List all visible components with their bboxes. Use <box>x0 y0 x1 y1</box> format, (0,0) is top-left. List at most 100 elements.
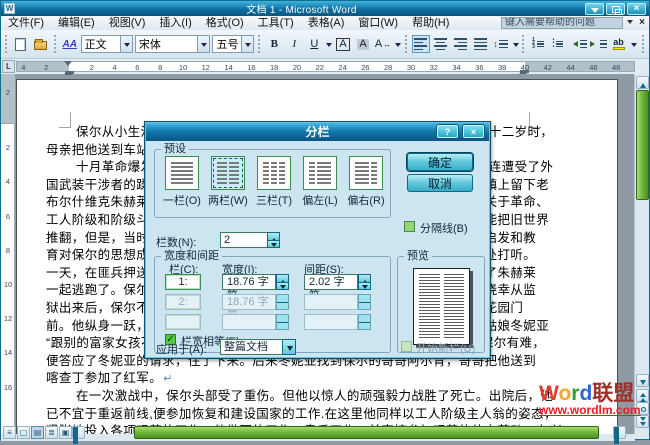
scale-dropdown-icon[interactable] <box>394 35 401 53</box>
separator-line-checkbox[interactable] <box>404 221 415 232</box>
font-size-combo[interactable]: 五号 <box>212 35 254 53</box>
chevron-down-icon[interactable] <box>241 36 253 52</box>
ok-button[interactable]: 确定 <box>407 153 473 171</box>
highlight-dropdown-icon[interactable] <box>630 35 637 53</box>
open-button[interactable] <box>32 35 50 53</box>
spacing-input[interactable]: 2.02 字符 <box>304 274 358 290</box>
paragraph-mark-icon: ↵ <box>163 373 173 385</box>
preset-left-button[interactable]: 偏左(L) <box>298 156 342 208</box>
align-left-button[interactable] <box>412 35 430 53</box>
menu-item[interactable]: 格式(O) <box>199 16 251 30</box>
menubar-close-icon[interactable]: × <box>639 16 645 30</box>
toolbar-grip-icon[interactable] <box>405 35 408 53</box>
line-spacing-dropdown-icon[interactable] <box>512 35 519 53</box>
normal-view-button[interactable]: ≡ <box>3 426 16 439</box>
menu-item[interactable]: 编辑(E) <box>51 16 102 30</box>
scroll-left-button[interactable] <box>72 426 85 439</box>
align-right-button[interactable] <box>452 35 470 53</box>
width-input[interactable]: 18.76 字符 <box>222 274 276 290</box>
chevron-down-icon[interactable] <box>120 36 132 52</box>
double-up-icon <box>640 395 646 402</box>
numbering-button[interactable]: 1 2 3 <box>529 35 547 53</box>
preset-one-button[interactable]: 一栏(O) <box>160 156 204 208</box>
minimize-button[interactable] <box>585 3 604 15</box>
preset-right-button[interactable]: 偏右(R) <box>344 156 388 208</box>
spin-down-icon[interactable] <box>268 240 279 248</box>
spin-down-icon[interactable] <box>359 282 370 290</box>
toolbar-grip-icon[interactable] <box>54 35 57 53</box>
menu-item[interactable]: 文件(F) <box>1 16 51 30</box>
character-scale-button[interactable]: A↔ <box>374 35 392 53</box>
distribute-button[interactable] <box>472 35 490 53</box>
decrease-indent-button[interactable] <box>569 35 587 53</box>
web-layout-view-button[interactable]: ▢ <box>17 426 30 439</box>
close-button[interactable]: × <box>627 3 646 15</box>
help-dropdown-icon[interactable] <box>627 20 633 27</box>
toolbar-grip-icon[interactable] <box>5 35 8 53</box>
vertical-scrollbar[interactable] <box>634 74 649 434</box>
italic-button[interactable]: I <box>285 35 303 53</box>
align-center-button[interactable] <box>432 35 450 53</box>
scroll-right-button[interactable] <box>613 426 626 439</box>
underline-button[interactable]: U <box>305 35 323 53</box>
toolbar-grip-icon[interactable] <box>642 35 645 53</box>
highlight-button[interactable]: ab <box>610 35 628 53</box>
browse-next-button[interactable] <box>636 415 649 428</box>
menu-item[interactable]: 工具(T) <box>251 16 301 30</box>
restore-button[interactable] <box>606 3 625 15</box>
new-document-button[interactable] <box>12 35 30 53</box>
ruler-number: 36 <box>475 63 483 72</box>
scroll-up-button[interactable] <box>636 76 649 89</box>
preset-two-button[interactable]: 两栏(W) <box>206 156 250 208</box>
underline-dropdown-icon[interactable] <box>325 35 332 53</box>
menu-item[interactable]: 窗口(W) <box>351 16 405 30</box>
apply-to-combo[interactable]: 整篇文档 <box>220 339 283 355</box>
toolbar-grip-icon[interactable] <box>522 35 525 53</box>
vertical-scroll-thumb[interactable] <box>636 90 649 200</box>
scroll-down-button[interactable] <box>636 374 649 387</box>
apply-to-dropdown-icon[interactable] <box>282 339 296 355</box>
bold-button[interactable]: B <box>265 35 283 53</box>
chevron-down-icon[interactable] <box>197 36 209 52</box>
line-spacing-bars-icon <box>499 40 508 49</box>
toolbar-grip-icon[interactable] <box>258 35 261 53</box>
style-combo[interactable]: 正文 <box>81 35 133 53</box>
bullets-button[interactable]: • • • <box>549 35 567 53</box>
number-of-columns-spinner[interactable] <box>267 232 280 248</box>
preset-column <box>271 162 277 184</box>
menu-item[interactable]: 帮助(H) <box>405 16 456 30</box>
dialog-help-button[interactable]: ? <box>437 125 458 138</box>
font-combo[interactable]: 宋体 <box>135 35 211 53</box>
outline-view-button[interactable]: ≣ <box>45 426 58 439</box>
spacing-spinner[interactable] <box>358 274 371 290</box>
tab-selector-button[interactable]: L <box>2 60 15 73</box>
horizontal-scroll-thumb[interactable] <box>134 426 599 439</box>
close-icon: × <box>628 3 645 15</box>
menu-item[interactable]: 插入(I) <box>152 16 198 30</box>
number-of-columns-input[interactable]: 2 <box>220 232 268 248</box>
increase-indent-button[interactable] <box>589 35 607 53</box>
print-layout-view-button[interactable]: ▤ <box>31 426 44 439</box>
reading-layout-view-button[interactable]: ▣ <box>59 426 72 439</box>
spacing-input <box>304 314 358 330</box>
dialog-close-button[interactable]: × <box>463 125 484 138</box>
width-spinner <box>276 314 289 330</box>
ruler-number: 16 <box>1 383 15 392</box>
menu-item[interactable]: 视图(V) <box>102 16 153 30</box>
width-spinner[interactable] <box>276 274 289 290</box>
help-question-input[interactable]: 键入需要帮助的问题 <box>501 17 623 29</box>
word-app-icon[interactable]: W <box>4 3 15 14</box>
browse-previous-button[interactable] <box>636 389 649 402</box>
character-border-button[interactable]: A <box>334 35 352 53</box>
styles-and-formatting-button[interactable]: AA <box>61 35 79 53</box>
character-shading-button[interactable]: A <box>354 35 372 53</box>
select-browse-object-button[interactable] <box>636 402 649 415</box>
preset-three-button[interactable]: 三栏(T) <box>252 156 296 208</box>
left-indent-marker[interactable] <box>65 71 74 74</box>
line-spacing-button[interactable]: ↕ <box>492 35 510 53</box>
spin-down-icon[interactable] <box>277 282 288 290</box>
cancel-button[interactable]: 取消 <box>407 174 473 192</box>
right-indent-marker-base[interactable] <box>520 70 529 73</box>
menu-item[interactable]: 表格(A) <box>301 16 352 30</box>
preset-column <box>171 162 193 184</box>
